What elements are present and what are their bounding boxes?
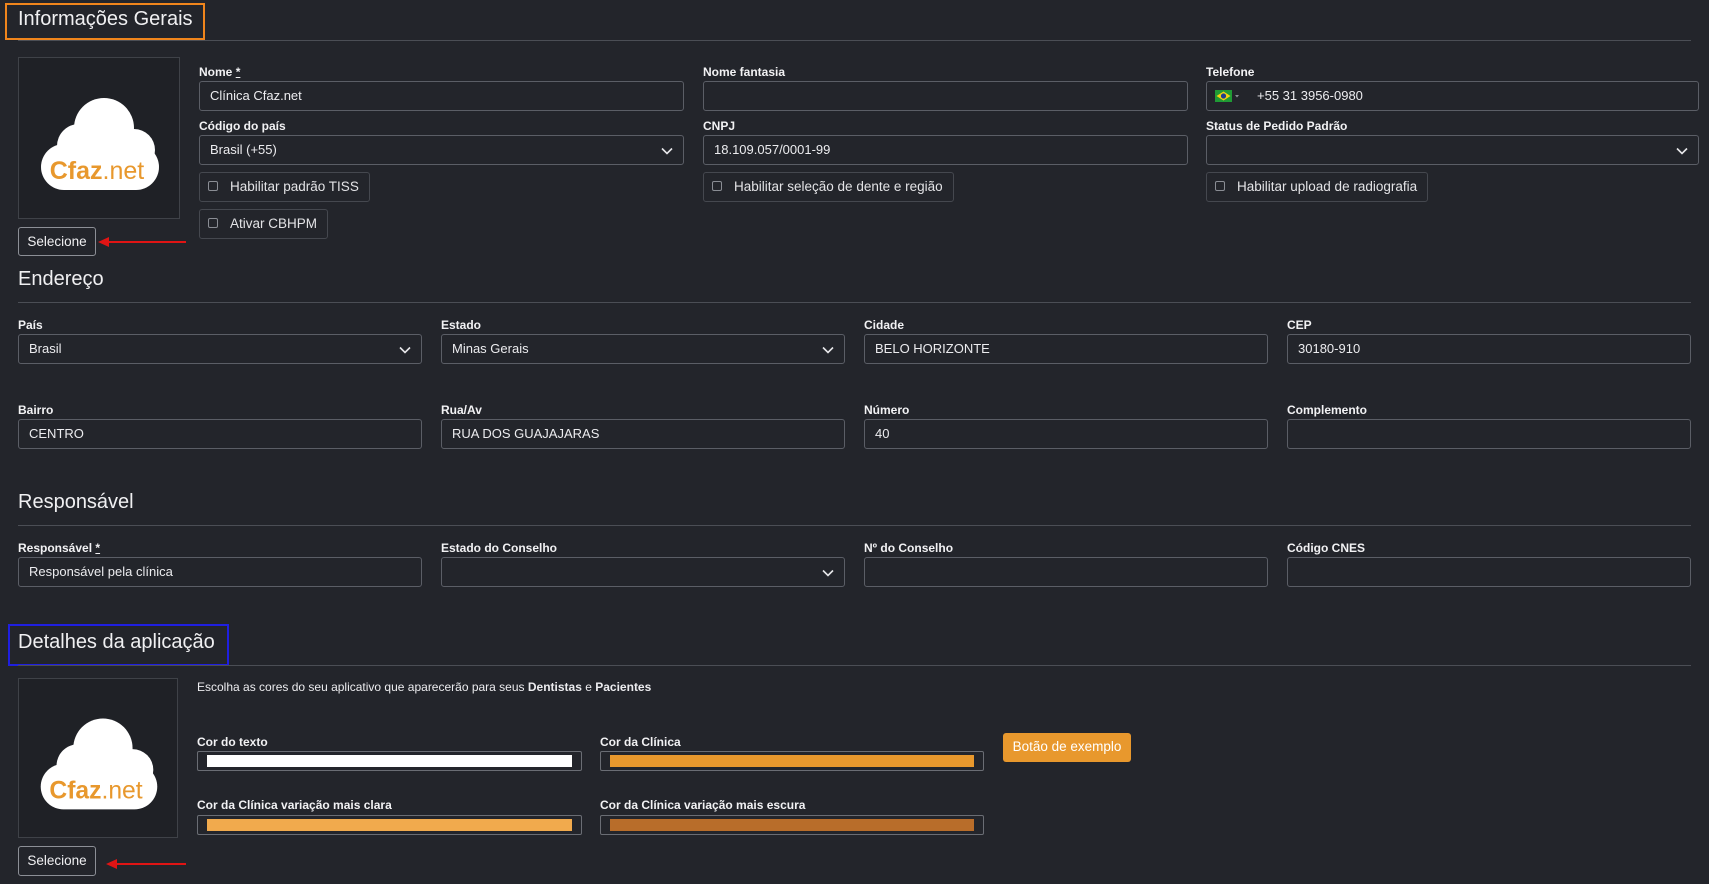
telefone-value: +55 31 3956-0980 xyxy=(1257,88,1363,103)
cep-label: CEP xyxy=(1287,318,1312,332)
section-title-general: Informações Gerais xyxy=(18,8,193,30)
app-logo-box: Cfaz.net xyxy=(18,678,178,838)
logo-text: Cfaz.net xyxy=(49,777,142,804)
checkbox-icon xyxy=(208,181,218,192)
radiografia-checkbox[interactable]: Habilitar upload de radiografia xyxy=(1206,172,1429,202)
pais-label: País xyxy=(18,318,43,332)
section-title-responsible: Responsável xyxy=(18,491,134,513)
select-app-logo-button[interactable]: Selecione xyxy=(18,846,96,876)
estado-label: Estado xyxy=(441,318,482,332)
cor-clara-label: Cor da Clínica variação mais clara xyxy=(197,798,392,812)
estado-value: Minas Gerais xyxy=(452,341,529,356)
cor-clinica-swatch xyxy=(610,755,974,767)
pais-value: Brasil xyxy=(29,341,62,356)
cnpj-input[interactable]: 18.109.057/0001-99 xyxy=(703,135,1188,165)
divider xyxy=(18,302,1691,303)
cor-clara-picker[interactable] xyxy=(197,815,582,835)
cbhpm-label: Ativar CBHPM xyxy=(230,216,318,231)
pais-select[interactable]: Brasil xyxy=(18,334,422,364)
fantasia-input[interactable] xyxy=(703,81,1188,111)
cor-escura-picker[interactable] xyxy=(600,815,984,835)
telefone-input[interactable]: +55 31 3956-0980 xyxy=(1206,81,1699,111)
checkbox-icon xyxy=(712,181,722,192)
status-select[interactable] xyxy=(1206,135,1699,165)
cnes-label: Código CNES xyxy=(1287,541,1365,555)
num-conselho-label: Nº do Conselho xyxy=(864,541,954,555)
complemento-label: Complemento xyxy=(1287,403,1368,417)
tiss-checkbox[interactable]: Habilitar padrão TISS xyxy=(199,172,370,202)
pais-codigo-value: Brasil (+55) xyxy=(210,142,277,157)
cbhpm-checkbox[interactable]: Ativar CBHPM xyxy=(199,209,329,239)
bairro-label: Bairro xyxy=(18,403,54,417)
nome-label: Nome * xyxy=(199,65,241,79)
logo-text: Cfaz.net xyxy=(50,157,145,185)
checkbox-icon xyxy=(1215,181,1225,192)
nome-input[interactable]: Clínica Cfaz.net xyxy=(199,81,684,111)
cor-texto-label: Cor do texto xyxy=(197,735,268,749)
brazil-flag-icon xyxy=(1215,89,1239,102)
select-logo-button[interactable]: Selecione xyxy=(18,227,96,256)
dente-label: Habilitar seleção de dente e região xyxy=(734,179,943,194)
cnpj-label: CNPJ xyxy=(703,119,736,133)
complemento-input[interactable] xyxy=(1287,419,1691,449)
rua-label: Rua/Av xyxy=(441,403,482,417)
estado-conselho-select[interactable] xyxy=(441,557,845,587)
cor-clara-swatch xyxy=(207,819,572,831)
divider xyxy=(18,525,1691,526)
telefone-label: Telefone xyxy=(1206,65,1255,79)
bairro-input[interactable]: CENTRO xyxy=(18,419,422,449)
cor-clinica-picker[interactable] xyxy=(600,751,984,771)
chevron-down-icon xyxy=(399,335,411,363)
radiografia-label: Habilitar upload de radiografia xyxy=(1237,179,1418,194)
status-label: Status de Pedido Padrão xyxy=(1206,119,1348,133)
red-arrow-icon xyxy=(106,859,186,869)
app-intro-text: Escolha as cores do seu aplicativo que a… xyxy=(197,680,652,694)
estado-select[interactable]: Minas Gerais xyxy=(441,334,845,364)
num-conselho-input[interactable] xyxy=(864,557,1268,587)
cidade-input[interactable]: BELO HORIZONTE xyxy=(864,334,1268,364)
cep-input[interactable]: 30180-910 xyxy=(1287,334,1691,364)
cor-escura-label: Cor da Clínica variação mais escura xyxy=(600,798,806,812)
pais-codigo-label: Código do país xyxy=(199,119,286,133)
section-title-address: Endereço xyxy=(18,268,104,290)
chevron-down-icon xyxy=(1676,136,1688,164)
pais-codigo-select[interactable]: Brasil (+55) xyxy=(199,135,684,165)
example-button[interactable]: Botão de exemplo xyxy=(1003,733,1131,762)
responsavel-input[interactable]: Responsável pela clínica xyxy=(18,557,422,587)
rua-input[interactable]: RUA DOS GUAJAJARAS xyxy=(441,419,845,449)
estado-conselho-label: Estado do Conselho xyxy=(441,541,558,555)
chevron-down-icon xyxy=(822,335,834,363)
divider xyxy=(18,665,1691,666)
cfaz-cloud-logo: Cfaz.net xyxy=(40,718,158,810)
cor-escura-swatch xyxy=(610,819,974,831)
fantasia-label: Nome fantasia xyxy=(703,65,786,79)
cnes-input[interactable] xyxy=(1287,557,1691,587)
clinic-logo-box: Cfaz.net xyxy=(18,57,180,219)
cidade-label: Cidade xyxy=(864,318,905,332)
cor-texto-picker[interactable] xyxy=(197,751,582,771)
responsavel-label: Responsável * xyxy=(18,541,101,555)
chevron-down-icon xyxy=(822,558,834,586)
tiss-label: Habilitar padrão TISS xyxy=(230,179,359,194)
checkbox-icon xyxy=(208,218,218,229)
divider xyxy=(18,40,1691,41)
cor-texto-swatch xyxy=(207,755,572,767)
cfaz-cloud-logo: Cfaz.net xyxy=(41,98,159,190)
cor-clinica-label: Cor da Clínica xyxy=(600,735,681,749)
dente-checkbox[interactable]: Habilitar seleção de dente e região xyxy=(703,172,954,202)
red-arrow-icon xyxy=(98,237,186,247)
chevron-down-icon xyxy=(661,136,673,164)
section-title-app: Detalhes da aplicação xyxy=(18,631,215,653)
numero-input[interactable]: 40 xyxy=(864,419,1268,449)
numero-label: Número xyxy=(864,403,910,417)
